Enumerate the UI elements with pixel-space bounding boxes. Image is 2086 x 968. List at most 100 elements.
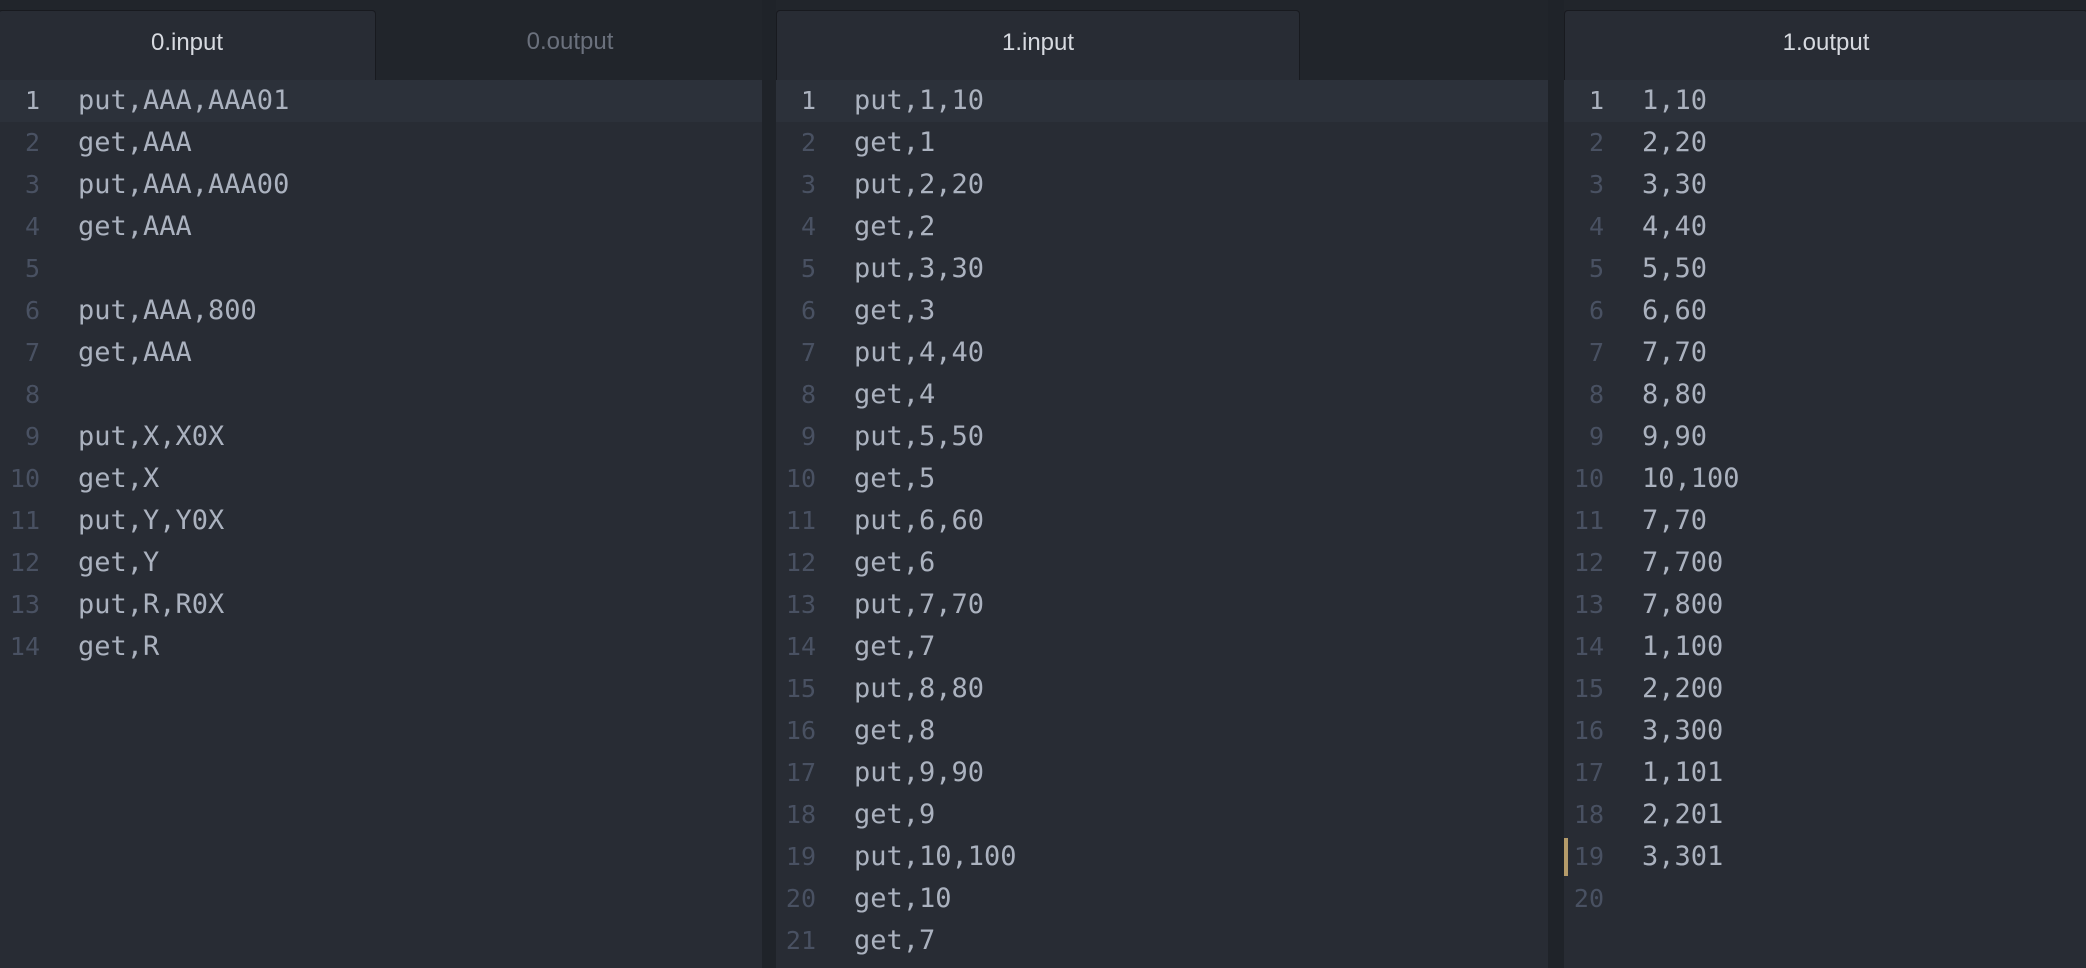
line-number: 19 (1573, 842, 1604, 871)
code-line[interactable]: 3 3,30 (1564, 164, 2086, 206)
code-line[interactable]: 12 get,6 (776, 542, 1548, 584)
code-line[interactable]: 15 2,200 (1564, 668, 2086, 710)
tab-1-input[interactable]: 1.input (776, 10, 1300, 80)
code-line[interactable]: 13 put,R,R0X (0, 584, 762, 626)
line-number: 8 (24, 380, 40, 409)
code-line[interactable]: 2 get,1 (776, 122, 1548, 164)
code-line[interactable]: 14 1,100 (1564, 626, 2086, 668)
code-line[interactable]: 5 put,3,30 (776, 248, 1548, 290)
tab-1-output[interactable]: 1.output (1564, 10, 2086, 80)
code-line[interactable]: 6 put,AAA,800 (0, 290, 762, 332)
tab-0-input[interactable]: 0.input (0, 10, 376, 80)
code-line[interactable]: 11 7,70 (1564, 500, 2086, 542)
code-line[interactable]: 10 get,X (0, 458, 762, 500)
code-line[interactable]: 13 put,7,70 (776, 584, 1548, 626)
code-line[interactable]: 8 get,4 (776, 374, 1548, 416)
line-text: get,R (78, 631, 160, 662)
code-line[interactable]: 4 get,AAA (0, 206, 762, 248)
code-line[interactable]: 16 get,8 (776, 710, 1548, 752)
line-number: 5 (24, 254, 40, 283)
code-line[interactable]: 7 get,AAA (0, 332, 762, 374)
line-number: 12 (785, 548, 816, 577)
line-text: put,X,X0X (78, 421, 225, 452)
line-number: 14 (1573, 632, 1604, 661)
code-line[interactable]: 3 put,2,20 (776, 164, 1548, 206)
line-text: 1,10 (1642, 85, 1708, 116)
code-line[interactable]: 6 get,3 (776, 290, 1548, 332)
code-line[interactable]: 21 get,7 (776, 920, 1548, 962)
code-line[interactable]: 8 8,80 (1564, 374, 2086, 416)
code-line[interactable]: 19 put,10,100 (776, 836, 1548, 878)
line-number: 5 (1588, 254, 1604, 283)
code-line[interactable]: 17 put,9,90 (776, 752, 1548, 794)
line-text: put,AAA,800 (78, 295, 257, 326)
code-editor[interactable]: 1 put,AAA,AAA01 2 get,AAA 3 put,AAA,AAA00 4 get… (0, 80, 762, 968)
line-text: 7,800 (1642, 589, 1724, 620)
line-number: 16 (785, 716, 816, 745)
code-line[interactable]: 18 2,201 (1564, 794, 2086, 836)
line-number: 20 (1573, 884, 1604, 913)
code-line[interactable]: 17 1,101 (1564, 752, 2086, 794)
line-text: 2,200 (1642, 673, 1724, 704)
code-line[interactable]: 8 (0, 374, 762, 416)
code-line[interactable]: 5 (0, 248, 762, 290)
code-line[interactable]: 7 put,4,40 (776, 332, 1548, 374)
line-text: get,AAA (78, 337, 192, 368)
code-line[interactable]: 10 10,100 (1564, 458, 2086, 500)
line-text: put,4,40 (854, 337, 985, 368)
code-line[interactable]: 4 get,2 (776, 206, 1548, 248)
code-line[interactable]: 7 7,70 (1564, 332, 2086, 374)
code-line[interactable]: 3 put,AAA,AAA00 (0, 164, 762, 206)
code-editor[interactable]: 1 put,1,10 2 get,1 3 put,2,20 4 get,2 5 put,3,30 6… (776, 80, 1548, 968)
code-line[interactable]: 15 put,8,80 (776, 668, 1548, 710)
code-line[interactable]: 2 2,20 (1564, 122, 2086, 164)
code-line[interactable]: 14 get,R (0, 626, 762, 668)
line-text: 1,101 (1642, 757, 1724, 788)
code-editor[interactable]: 1 1,10 2 2,20 3 3,30 4 4,40 5 5,50 6 6,60 7 7,70 8 8,80… (1564, 80, 2086, 968)
line-text: 3,30 (1642, 169, 1708, 200)
code-line[interactable]: 9 put,5,50 (776, 416, 1548, 458)
line-text: 1,100 (1642, 631, 1724, 662)
line-number: 10 (785, 464, 816, 493)
code-line[interactable]: 5 5,50 (1564, 248, 2086, 290)
pane-divider[interactable] (762, 0, 776, 968)
code-line[interactable]: 18 get,9 (776, 794, 1548, 836)
code-line[interactable]: 19 3,301 (1564, 836, 2086, 878)
line-number: 7 (1588, 338, 1604, 367)
code-line[interactable]: 12 get,Y (0, 542, 762, 584)
code-line[interactable]: 9 put,X,X0X (0, 416, 762, 458)
editor-pane-middle[interactable]: 1.input 1 put,1,10 2 get,1 3 put,2,20 4 get,2 5 p… (776, 0, 1548, 968)
code-line[interactable]: 1 put,AAA,AAA01 (0, 80, 762, 122)
line-text: 8,80 (1642, 379, 1708, 410)
code-line[interactable]: 16 3,300 (1564, 710, 2086, 752)
line-number: 6 (1588, 296, 1604, 325)
code-line[interactable]: 20 (1564, 878, 2086, 920)
code-line[interactable]: 4 4,40 (1564, 206, 2086, 248)
code-line[interactable]: 14 get,7 (776, 626, 1548, 668)
code-line[interactable]: 9 9,90 (1564, 416, 2086, 458)
code-line[interactable]: 11 put,6,60 (776, 500, 1548, 542)
code-line[interactable]: 1 1,10 (1564, 80, 2086, 122)
line-number: 17 (1573, 758, 1604, 787)
code-line[interactable]: 12 7,700 (1564, 542, 2086, 584)
line-text: put,1,10 (854, 85, 985, 116)
pane-divider[interactable] (1548, 0, 1562, 968)
line-text: 7,70 (1642, 337, 1708, 368)
line-text: get,AAA (78, 211, 192, 242)
line-number: 20 (785, 884, 816, 913)
line-text: 10,100 (1642, 463, 1740, 494)
editor-pane-left[interactable]: 0.input 0.output 1 put,AAA,AAA01 2 get,AAA 3… (0, 0, 762, 968)
code-line[interactable]: 2 get,AAA (0, 122, 762, 164)
code-line[interactable]: 11 put,Y,Y0X (0, 500, 762, 542)
tab-0-output[interactable]: 0.output (378, 10, 762, 80)
line-number: 15 (785, 674, 816, 703)
line-text: get,3 (854, 295, 936, 326)
code-line[interactable]: 20 get,10 (776, 878, 1548, 920)
code-line[interactable]: 1 put,1,10 (776, 80, 1548, 122)
editor-pane-right[interactable]: 1.output 1 1,10 2 2,20 3 3,30 4 4,40 5 5,50 6 6,60 7… (1564, 0, 2086, 968)
editor-workspace: 0.input 0.output 1 put,AAA,AAA01 2 get,AAA 3… (0, 0, 2086, 968)
line-number: 16 (1573, 716, 1604, 745)
code-line[interactable]: 13 7,800 (1564, 584, 2086, 626)
code-line[interactable]: 6 6,60 (1564, 290, 2086, 332)
code-line[interactable]: 10 get,5 (776, 458, 1548, 500)
